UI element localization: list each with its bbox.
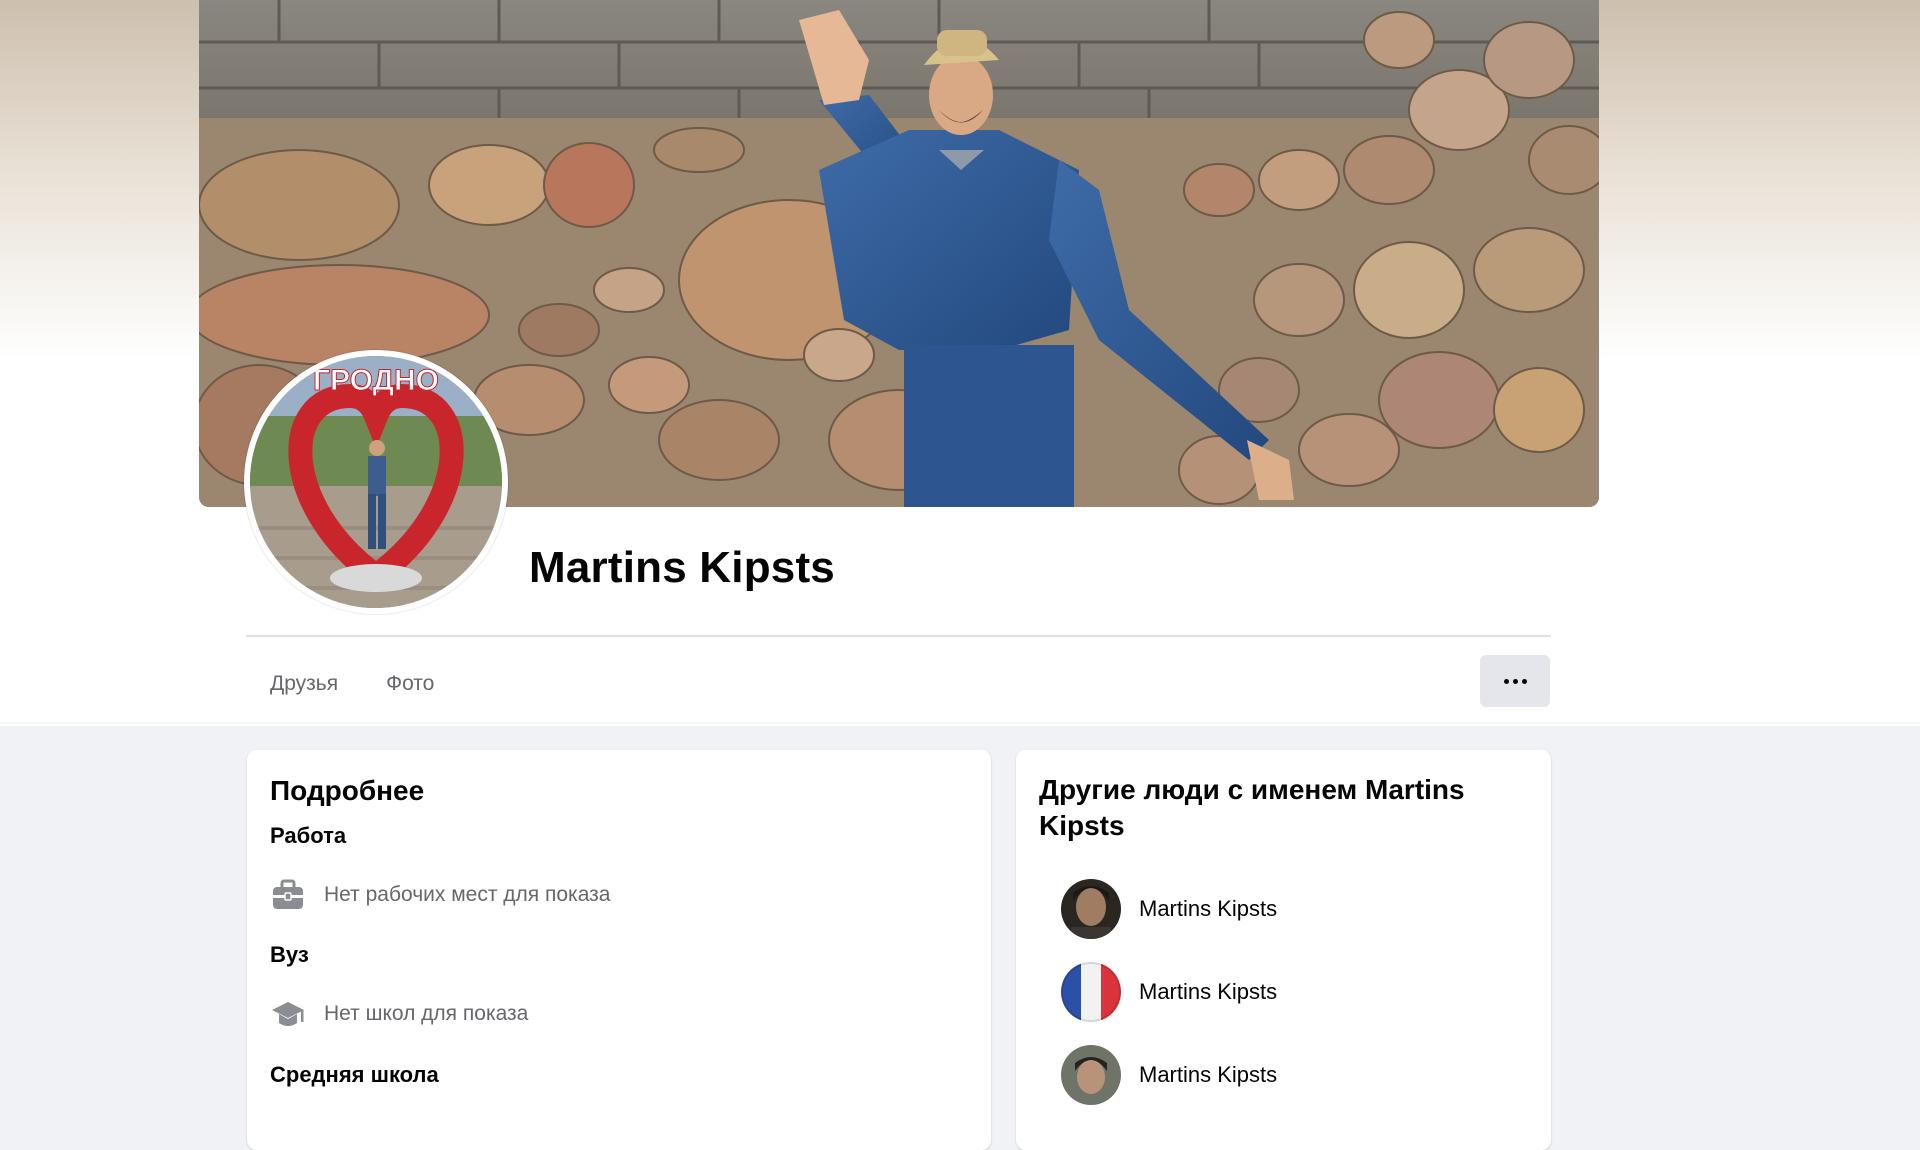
other-people-card: Другие люди с именем Martins Kipsts Mart… [1016,750,1551,1150]
details-title: Подробнее [270,775,425,806]
tab-friends[interactable]: Друзья [246,664,362,704]
university-label: Вуз [270,942,309,967]
details-card: Подробнее Работа Нет рабочих мест для по… [247,750,991,1150]
avatar-caption: ГРОДНО [313,364,439,397]
person-name: Martins Kipsts [1139,896,1278,921]
other-people-title: Другие люди с именем Martins Kipsts [1039,774,1465,841]
header-divider [246,635,1551,637]
university-empty-text: Нет школ для показа [324,1002,529,1025]
person-name: Martins Kipsts [1139,1062,1278,1087]
person-avatar [1061,1045,1121,1105]
ellipsis-icon [1512,678,1518,684]
more-options-button[interactable] [1480,655,1550,707]
person-name: Martins Kipsts [1139,979,1278,1004]
person-avatar [1061,879,1121,939]
work-label: Работа [270,823,347,848]
ellipsis-icon [1521,678,1527,684]
person-avatar [1061,962,1121,1022]
profile-tabs: Друзья Фото [246,664,458,704]
profile-name: Martins Kipsts [529,543,835,592]
person-item[interactable]: Martins Kipsts [1061,962,1277,1022]
graduation-cap-icon [270,996,306,1032]
person-item[interactable]: Martins Kipsts [1061,879,1277,939]
work-empty-text: Нет рабочих мест для показа [324,883,611,906]
profile-avatar[interactable]: ГРОДНО [244,350,508,614]
university-row: Нет школ для показа [270,996,528,1032]
briefcase-icon [270,877,306,913]
work-row: Нет рабочих мест для показа [270,877,610,913]
ellipsis-icon [1503,678,1509,684]
high-school-label: Средняя школа [270,1062,439,1087]
person-item[interactable]: Martins Kipsts [1061,1045,1277,1105]
tab-photos[interactable]: Фото [362,664,458,704]
